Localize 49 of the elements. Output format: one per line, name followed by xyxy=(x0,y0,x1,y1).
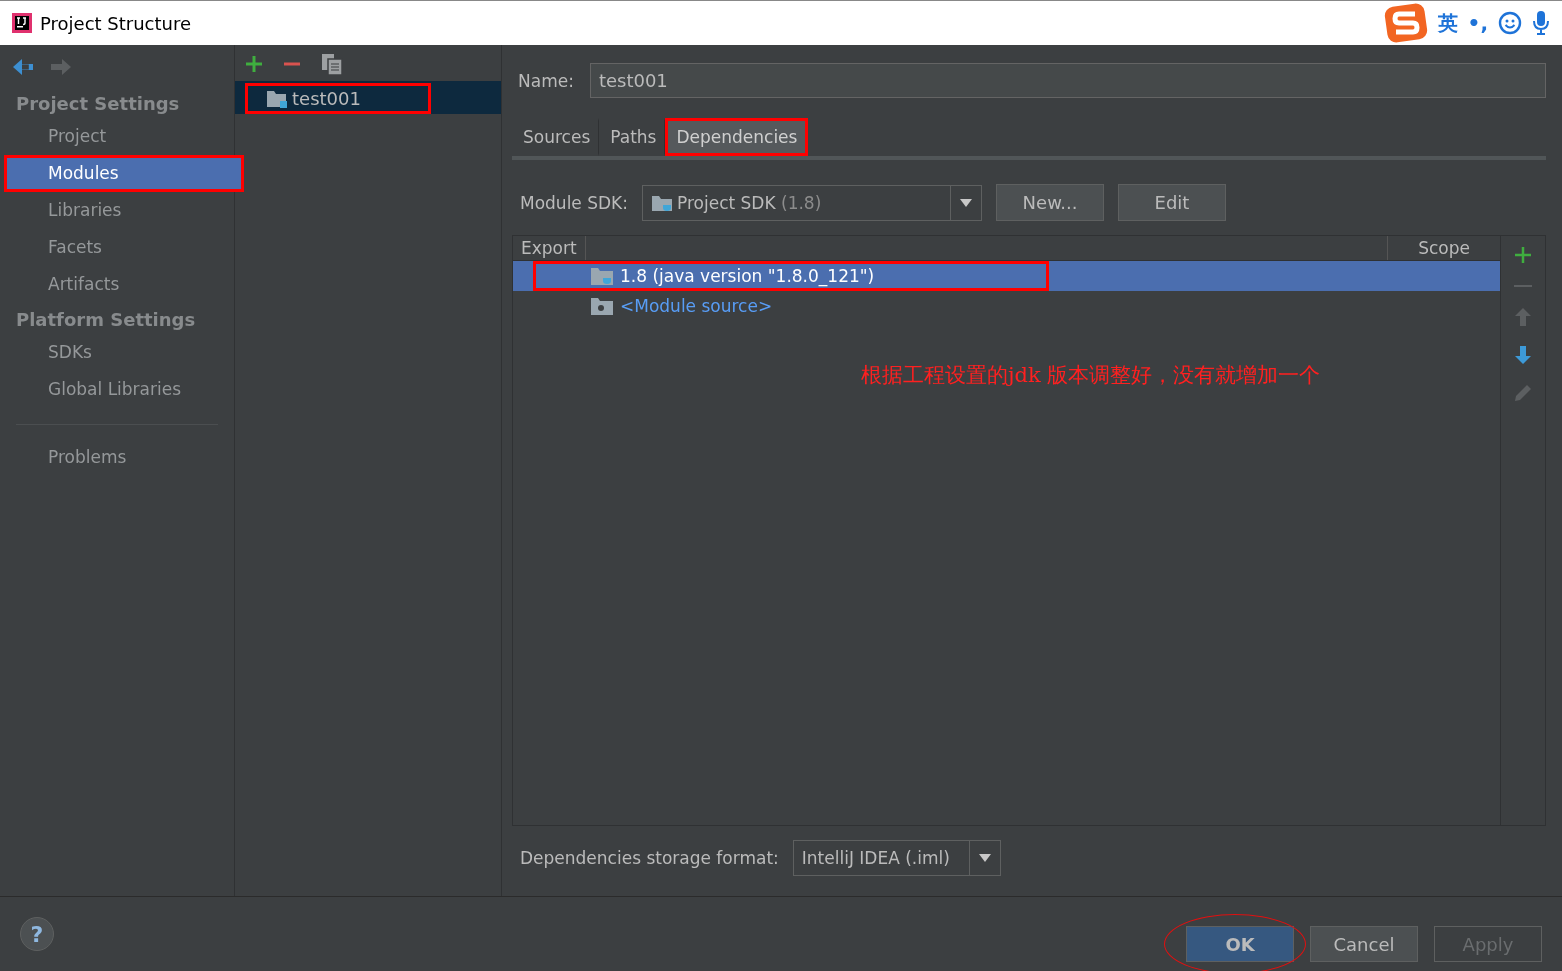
dependency-name: <Module source> xyxy=(620,296,773,316)
microphone-icon[interactable] xyxy=(1532,10,1550,36)
module-folder-icon xyxy=(266,88,288,109)
smiley-icon[interactable] xyxy=(1498,11,1522,35)
dependency-row[interactable]: <Module source> xyxy=(513,291,1500,321)
storage-label: Dependencies storage format: xyxy=(520,848,779,868)
window-title: Project Structure xyxy=(40,12,192,34)
storage-dropdown[interactable]: IntelliJ IDEA (.iml) xyxy=(792,840,1001,876)
sidebar-item[interactable]: Modules xyxy=(4,155,244,192)
dropdown-caret-icon xyxy=(978,854,991,862)
app-logo-icon xyxy=(12,13,32,33)
section-header: Platform Settings xyxy=(15,308,197,332)
annotation-note: 根据工程设置的jdk 版本调整好，没有就增加一个 xyxy=(861,363,1321,387)
name-field[interactable]: test001 xyxy=(589,63,1546,98)
sidebar-item[interactable]: SDKs xyxy=(4,334,234,371)
name-label: Name: xyxy=(518,70,574,91)
back-arrow-icon[interactable] xyxy=(12,57,34,77)
sdk-button[interactable]: New... xyxy=(996,184,1104,221)
dialog-button[interactable]: Cancel xyxy=(1310,926,1418,962)
module-name: test001 xyxy=(292,88,361,109)
dependency-row[interactable]: 1.8 (java version "1.8.0_121") xyxy=(513,261,1500,291)
tab[interactable]: Dependencies xyxy=(665,118,809,156)
help-button[interactable]: ? xyxy=(20,917,54,951)
column-header: Scope xyxy=(1417,237,1471,260)
add-icon[interactable] xyxy=(245,55,263,73)
sidebar-item[interactable]: Libraries xyxy=(4,192,234,229)
sidebar-item[interactable]: Problems xyxy=(4,439,234,476)
sdk-label: Module SDK: xyxy=(520,192,628,213)
sidebar-item[interactable]: Artifacts xyxy=(4,266,234,303)
source-folder-icon xyxy=(590,296,614,316)
sidebar-item[interactable]: Global Libraries xyxy=(4,371,234,408)
column-header: Export xyxy=(513,236,586,260)
jdk-folder-icon xyxy=(590,266,614,286)
section-header: Project Settings xyxy=(15,92,181,116)
sdk-folder-icon xyxy=(651,193,673,212)
ime-punctuation[interactable]: •, xyxy=(1467,11,1488,35)
tab[interactable]: Sources xyxy=(512,118,600,156)
sdk-button[interactable]: Edit xyxy=(1118,184,1226,221)
sidebar-item[interactable]: Facets xyxy=(4,229,234,266)
dropdown-caret-icon xyxy=(960,198,972,207)
dependency-name: 1.8 (java version "1.8.0_121") xyxy=(620,266,875,286)
module-row[interactable]: test001 xyxy=(235,81,501,114)
sidebar-item[interactable]: Project xyxy=(4,118,234,155)
dialog-button[interactable]: OK xyxy=(1186,926,1294,962)
copy-icon[interactable] xyxy=(321,53,343,75)
sdk-dropdown[interactable]: Project SDK (1.8) xyxy=(642,184,982,221)
add-icon[interactable] xyxy=(1514,246,1532,264)
down-arrow-icon[interactable] xyxy=(1515,346,1531,364)
ime-mode[interactable]: 英 xyxy=(1437,9,1458,37)
